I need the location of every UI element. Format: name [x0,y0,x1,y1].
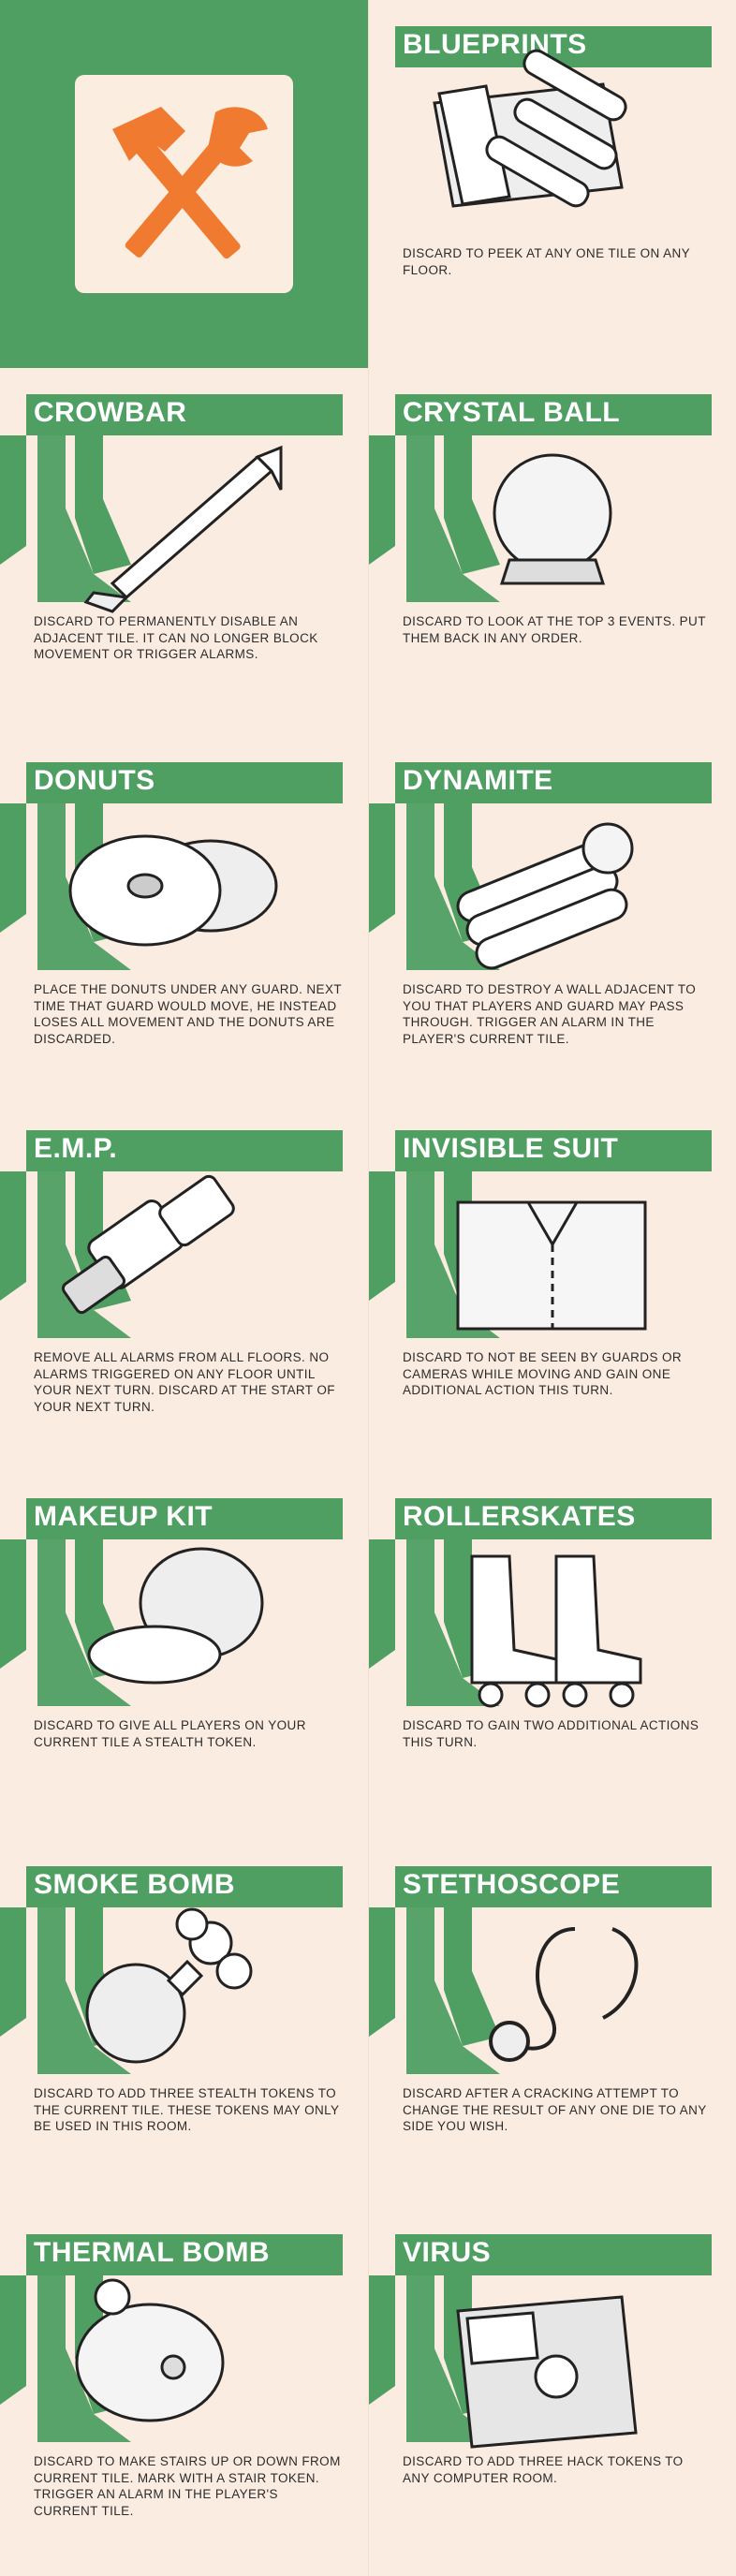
card-crystal-ball[interactable]: CRYSTAL BALL DISCARD TO LOOK AT THE TOP … [368,368,736,736]
card-description: REMOVE ALL ALARMS FROM ALL FLOORS. NO AL… [34,1350,335,1414]
card-thermal-bomb[interactable]: THERMAL BOMB DISCARD TO MAKE STAIRS UP O… [0,2208,368,2576]
card-description: DISCARD TO PERMANENTLY DISABLE AN ADJACE… [34,614,318,661]
card-description: DISCARD TO PEEK AT ANY ONE TILE ON ANY F… [403,246,690,277]
donuts-icon [68,834,278,947]
crystal-ball-icon [493,453,612,585]
makeup-kit-icon [87,1547,264,1685]
card-description: DISCARD TO NOT BE SEEN BY GUARDS OR CAME… [403,1350,683,1397]
card-description: DISCARD TO MAKE STAIRS UP OR DOWN FROM C… [34,2454,341,2518]
dynamite-icon [456,822,634,970]
card-description: DISCARD TO ADD THREE HACK TOKENS TO ANY … [403,2454,684,2485]
emp-icon [61,1174,235,1315]
virus-icon [456,2295,638,2449]
card-description: DISCARD TO GIVE ALL PLAYERS ON YOUR CURR… [34,1718,306,1749]
card-makeup-kit[interactable]: MAKEUP KIT DISCARD TO GIVE ALL PLAYERS O… [0,1472,368,1840]
card-dynamite[interactable]: DYNAMITE DISCARD TO DESTROY A WALL ADJAC… [368,736,736,1104]
card-description: DISCARD TO LOOK AT THE TOP 3 EVENTS. PUT… [403,614,706,645]
card-description: DISCARD TO DESTROY A WALL ADJACENT TO YO… [403,982,697,1046]
stethoscope-icon [489,1927,639,2062]
card-emp[interactable]: E.M.P. REMOVE ALL ALARMS FROM ALL FLOORS… [0,1104,368,1472]
hammer-wrench-icon [112,107,268,259]
smoke-bomb-icon [85,1907,253,2064]
rollerskates-icon [470,1554,642,1708]
invisible-suit-icon [456,1200,647,1331]
card-description: PLACE THE DONUTS UNDER ANY GUARD. NEXT T… [34,982,342,1046]
thermal-bomb-icon [75,2278,225,2422]
card-rollerskates[interactable]: ROLLERSKATES DISCARD TO GAIN TWO ADDITIO… [368,1472,736,1840]
card-stethoscope[interactable]: STETHOSCOPE DISCARD AFTER A CRACKING ATT… [368,1840,736,2208]
card-description: DISCARD TO GAIN TWO ADDITIONAL ACTIONS T… [403,1718,699,1749]
card-invisible-suit[interactable]: INVISIBLE SUIT DISCARD TO NOT BE SEEN BY… [368,1104,736,1472]
card-description: DISCARD AFTER A CRACKING ATTEMPT TO CHAN… [403,2086,707,2133]
card-blueprints[interactable]: BLUEPRINTS DISCARD TO PEEK AT ANY ONE TI… [368,0,736,368]
card-smoke-bomb[interactable]: SMOKE BOMB DISCARD TO ADD THREE STEALTH … [0,1840,368,2208]
crowbar-icon [83,445,283,613]
card-virus[interactable]: VIRUS DISCARD TO ADD THREE HACK TOKENS T… [368,2208,736,2576]
card-crowbar[interactable]: CROWBAR DISCARD TO PERMANENTLY DISABLE A… [0,368,368,736]
card-sheet: BLUEPRINTS DISCARD TO PEEK AT ANY ONE TI… [0,0,736,2576]
card-donuts[interactable]: DONUTS PLACE THE DONUTS UNDER ANY GUARD.… [0,736,368,1104]
cover-tile [75,75,293,293]
blueprints-icon [433,49,627,208]
cover-card [0,0,368,368]
card-description: DISCARD TO ADD THREE STEALTH TOKENS TO T… [34,2086,340,2133]
